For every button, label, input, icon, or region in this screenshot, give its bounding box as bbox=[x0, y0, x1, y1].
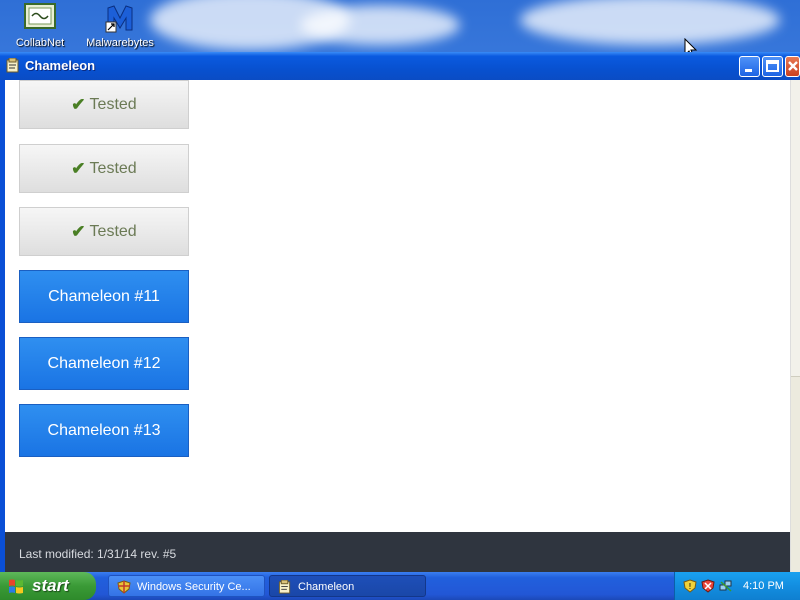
start-button[interactable]: start bbox=[0, 572, 96, 600]
tested-button[interactable]: ✔ Tested bbox=[19, 80, 189, 129]
window-title: Chameleon bbox=[25, 58, 96, 73]
chameleon-app-icon bbox=[6, 58, 19, 73]
maximize-button[interactable] bbox=[762, 56, 783, 77]
chameleon-button-label: Chameleon #13 bbox=[47, 421, 161, 439]
windows-logo-icon bbox=[9, 579, 23, 594]
tested-button[interactable]: ✔ Tested bbox=[19, 144, 189, 193]
desktop-icon-label: Malwarebytes bbox=[86, 37, 154, 49]
cloud bbox=[300, 5, 460, 45]
chameleon-11-button[interactable]: Chameleon #11 bbox=[19, 270, 189, 323]
chameleon-12-button[interactable]: Chameleon #12 bbox=[19, 337, 189, 390]
vertical-scrollbar[interactable] bbox=[790, 80, 800, 573]
page-footer: Last modified: 1/31/14 rev. #5 bbox=[5, 532, 790, 572]
chameleon-button-label: Chameleon #11 bbox=[48, 287, 160, 305]
close-icon bbox=[788, 61, 798, 71]
taskbar: start Windows Security Ce... Chameleon ! bbox=[0, 572, 800, 600]
scrollbar-thumb[interactable] bbox=[791, 376, 800, 573]
taskbar-item-label: Chameleon bbox=[298, 581, 355, 593]
chameleon-13-button[interactable]: Chameleon #13 bbox=[19, 404, 189, 457]
tested-label: Tested bbox=[89, 222, 137, 240]
cloud bbox=[520, 0, 780, 45]
taskbar-item-chameleon[interactable]: Chameleon bbox=[269, 575, 426, 597]
app-window: Chameleon ✔ Tested ✔ Tested ✔ Tested Cha… bbox=[0, 52, 800, 573]
minimize-icon bbox=[745, 69, 752, 72]
last-modified-text: Last modified: 1/31/14 rev. #5 bbox=[19, 547, 177, 561]
chameleon-button-label: Chameleon #12 bbox=[47, 354, 161, 372]
minimize-button[interactable] bbox=[739, 56, 760, 77]
page-content: ✔ Tested ✔ Tested ✔ Tested Chameleon #11… bbox=[5, 80, 790, 572]
system-tray: ! 4:10 PM bbox=[674, 572, 800, 600]
svg-text:!: ! bbox=[688, 582, 691, 591]
collabnet-icon bbox=[24, 2, 56, 34]
clock[interactable]: 4:10 PM bbox=[743, 580, 784, 592]
start-label: start bbox=[32, 576, 69, 595]
chameleon-app-icon bbox=[278, 580, 291, 594]
malwarebytes-icon bbox=[104, 2, 136, 34]
maximize-icon bbox=[766, 60, 779, 72]
title-bar[interactable]: Chameleon bbox=[0, 52, 800, 80]
security-center-icon bbox=[117, 580, 131, 594]
tested-button[interactable]: ✔ Tested bbox=[19, 207, 189, 256]
taskbar-item-security-center[interactable]: Windows Security Ce... bbox=[108, 575, 265, 597]
desktop-icon-collabnet[interactable]: CollabNet bbox=[0, 2, 80, 49]
tested-label: Tested bbox=[89, 95, 137, 113]
tested-label: Tested bbox=[89, 159, 137, 177]
taskbar-item-label: Windows Security Ce... bbox=[137, 581, 251, 593]
desktop-icon-label: CollabNet bbox=[15, 37, 65, 49]
close-button[interactable] bbox=[785, 56, 800, 77]
security-shield-icon[interactable]: ! bbox=[683, 579, 697, 593]
checkmark-icon: ✔ bbox=[71, 158, 86, 178]
checkmark-icon: ✔ bbox=[71, 221, 86, 241]
network-icon[interactable] bbox=[719, 579, 733, 593]
checkmark-icon: ✔ bbox=[71, 94, 86, 114]
desktop-icon-malwarebytes[interactable]: Malwarebytes bbox=[80, 2, 160, 49]
security-alert-icon[interactable] bbox=[701, 579, 715, 593]
